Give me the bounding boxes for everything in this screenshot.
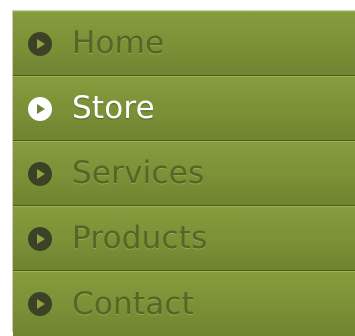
menu-item-services[interactable]: Services: [13, 141, 355, 206]
play-bullet-icon: [27, 226, 53, 252]
menu-item-label: Products: [72, 220, 208, 256]
menu-item-contact[interactable]: Contact: [13, 271, 355, 336]
play-bullet-icon: [27, 291, 53, 317]
menu-item-label: Store: [72, 90, 155, 126]
menu-item-products[interactable]: Products: [13, 206, 355, 271]
menu-item-label: Home: [72, 25, 165, 61]
menu-item-store[interactable]: Store: [13, 76, 355, 141]
menu-item-label: Services: [72, 155, 205, 191]
play-bullet-icon: [27, 31, 53, 57]
play-bullet-icon: [27, 96, 53, 122]
menu-item-label: Contact: [72, 285, 195, 322]
navigation-menu: Home Store Services Products Contact: [12, 10, 355, 336]
play-bullet-icon: [27, 161, 53, 187]
menu-item-home[interactable]: Home: [13, 11, 355, 76]
